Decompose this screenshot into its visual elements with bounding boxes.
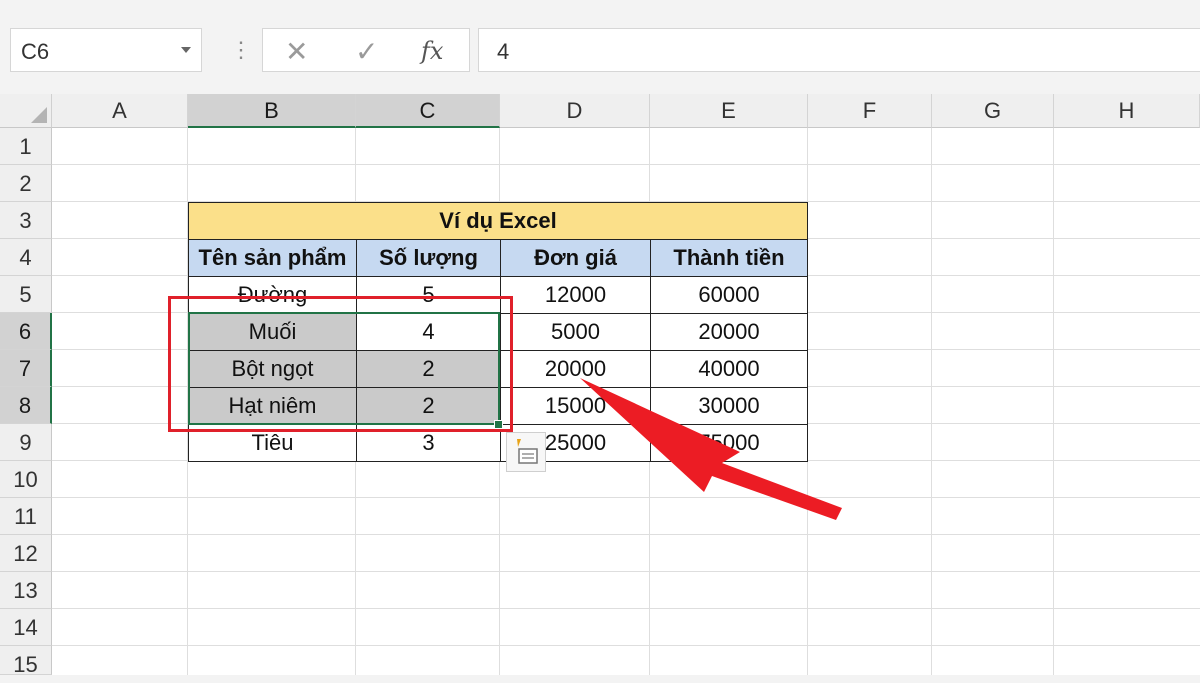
header-cell-product[interactable]: Tên sản phẩm bbox=[188, 239, 357, 277]
formula-input-value: 4 bbox=[497, 39, 510, 64]
row-header-12[interactable]: 12 bbox=[0, 535, 52, 572]
table-cell[interactable]: 60000 bbox=[650, 276, 808, 314]
cancel-icon[interactable]: ✕ bbox=[285, 35, 308, 68]
header-cell-unit-price[interactable]: Đơn giá bbox=[500, 239, 651, 277]
formula-bar: C6 ⋮ ✕ ✓ fx 4 bbox=[0, 0, 1200, 94]
column-header-h[interactable]: H bbox=[1054, 94, 1200, 128]
column-header-f[interactable]: F bbox=[808, 94, 932, 128]
column-header-b[interactable]: B bbox=[188, 94, 356, 128]
name-box[interactable]: C6 bbox=[10, 28, 202, 72]
formula-buttons: ✕ ✓ fx bbox=[262, 28, 470, 72]
column-header-e[interactable]: E bbox=[650, 94, 808, 128]
header-cell-total[interactable]: Thành tiền bbox=[650, 239, 808, 277]
quick-analysis-button[interactable] bbox=[506, 432, 546, 472]
chevron-down-icon[interactable] bbox=[181, 47, 191, 53]
annotation-highlight-box bbox=[168, 296, 513, 432]
annotation-arrow bbox=[580, 378, 842, 520]
gridline bbox=[52, 645, 1200, 646]
gridline bbox=[52, 164, 1200, 165]
row-header-11[interactable]: 11 bbox=[0, 498, 52, 535]
column-header-a[interactable]: A bbox=[52, 94, 188, 128]
gridline bbox=[52, 571, 1200, 572]
name-box-value: C6 bbox=[21, 39, 50, 64]
formula-input[interactable]: 4 bbox=[478, 28, 1200, 72]
insert-function-icon[interactable]: fx bbox=[421, 37, 443, 65]
table-title-cell[interactable]: Ví dụ Excel bbox=[188, 202, 808, 240]
row-header-9[interactable]: 9 bbox=[0, 424, 52, 461]
row-header-14[interactable]: 14 bbox=[0, 609, 52, 646]
table-cell[interactable]: 12000 bbox=[500, 276, 651, 314]
gridline bbox=[931, 128, 932, 675]
table-cell[interactable]: 5000 bbox=[500, 313, 651, 351]
row-header-2[interactable]: 2 bbox=[0, 165, 52, 202]
more-options-icon[interactable]: ⋮ bbox=[230, 36, 252, 64]
quick-analysis-icon bbox=[517, 439, 538, 464]
enter-icon[interactable]: ✓ bbox=[355, 35, 378, 68]
column-header-c[interactable]: C bbox=[356, 94, 500, 128]
row-header-5[interactable]: 5 bbox=[0, 276, 52, 313]
select-all-button[interactable] bbox=[0, 94, 52, 128]
column-header-d[interactable]: D bbox=[500, 94, 650, 128]
row-header-15[interactable]: 15 bbox=[0, 646, 52, 677]
row-header-6[interactable]: 6 bbox=[0, 313, 52, 350]
column-header-g[interactable]: G bbox=[932, 94, 1054, 128]
row-header-10[interactable]: 10 bbox=[0, 461, 52, 498]
row-header-4[interactable]: 4 bbox=[0, 239, 52, 276]
row-header-8[interactable]: 8 bbox=[0, 387, 52, 424]
row-header-7[interactable]: 7 bbox=[0, 350, 52, 387]
gridline bbox=[52, 534, 1200, 535]
row-header-13[interactable]: 13 bbox=[0, 572, 52, 609]
select-all-icon bbox=[31, 107, 47, 123]
header-cell-quantity[interactable]: Số lượng bbox=[356, 239, 501, 277]
gridline bbox=[1053, 128, 1054, 675]
gridline bbox=[52, 608, 1200, 609]
table-cell[interactable]: 20000 bbox=[650, 313, 808, 351]
row-header-3[interactable]: 3 bbox=[0, 202, 52, 239]
row-header-1[interactable]: 1 bbox=[0, 128, 52, 165]
